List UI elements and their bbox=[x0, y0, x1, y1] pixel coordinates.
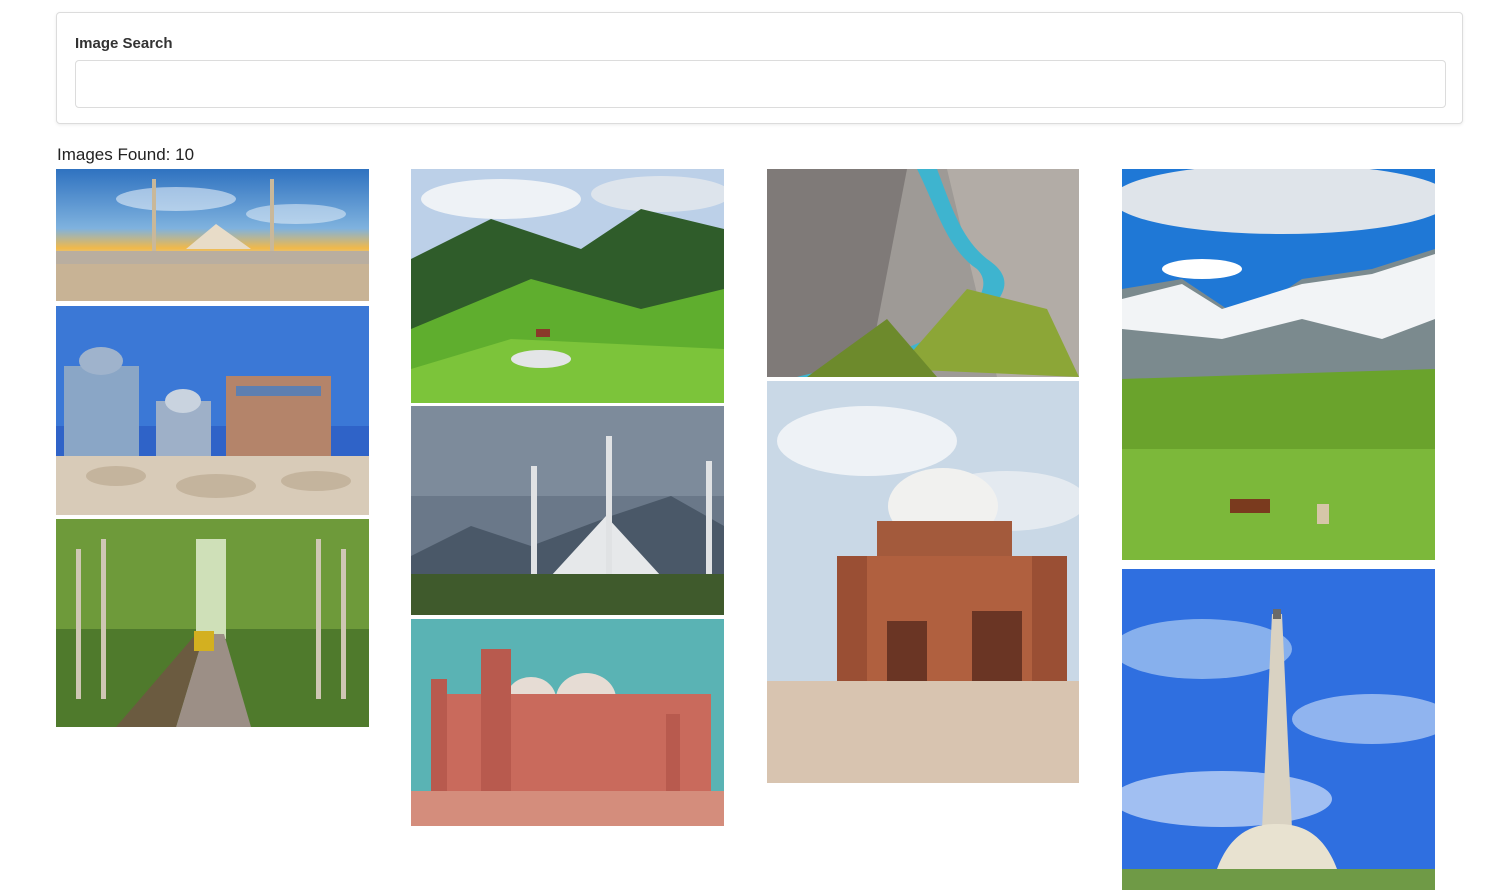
image-tile-tree-lined-road[interactable] bbox=[56, 519, 369, 727]
image-tile-minar-e-pakistan[interactable] bbox=[1122, 569, 1435, 890]
image-search-panel: Image Search bbox=[56, 12, 1463, 124]
tree-lined-road-image bbox=[56, 519, 369, 727]
minar-e-pakistan-image bbox=[1122, 569, 1435, 890]
hunza-river-valley-image bbox=[767, 169, 1079, 377]
badshahi-mosque-image bbox=[411, 619, 724, 826]
image-tile-snowy-mountain-meadow[interactable] bbox=[1122, 169, 1435, 560]
image-tile-green-meadow-hills[interactable] bbox=[411, 169, 724, 403]
faisal-mosque-cloudy-image bbox=[411, 406, 724, 615]
multan-shrine-image bbox=[767, 381, 1079, 783]
image-tile-makli-tombs[interactable] bbox=[56, 306, 369, 515]
image-tile-badshahi-mosque[interactable] bbox=[411, 619, 724, 826]
image-tile-faisal-mosque-cloudy[interactable] bbox=[411, 406, 724, 615]
image-tile-multan-shrine[interactable] bbox=[767, 381, 1079, 783]
makli-tombs-image bbox=[56, 306, 369, 515]
image-tile-faisal-mosque-sunset[interactable] bbox=[56, 169, 369, 301]
images-found-count: Images Found: 10 bbox=[57, 145, 195, 164]
image-search-input[interactable] bbox=[75, 60, 1446, 108]
faisal-mosque-sunset-image bbox=[56, 169, 369, 301]
image-search-label: Image Search bbox=[75, 35, 173, 52]
image-tile-hunza-river-valley[interactable] bbox=[767, 169, 1079, 377]
green-meadow-hills-image bbox=[411, 169, 724, 403]
snowy-mountain-meadow-image bbox=[1122, 169, 1435, 560]
